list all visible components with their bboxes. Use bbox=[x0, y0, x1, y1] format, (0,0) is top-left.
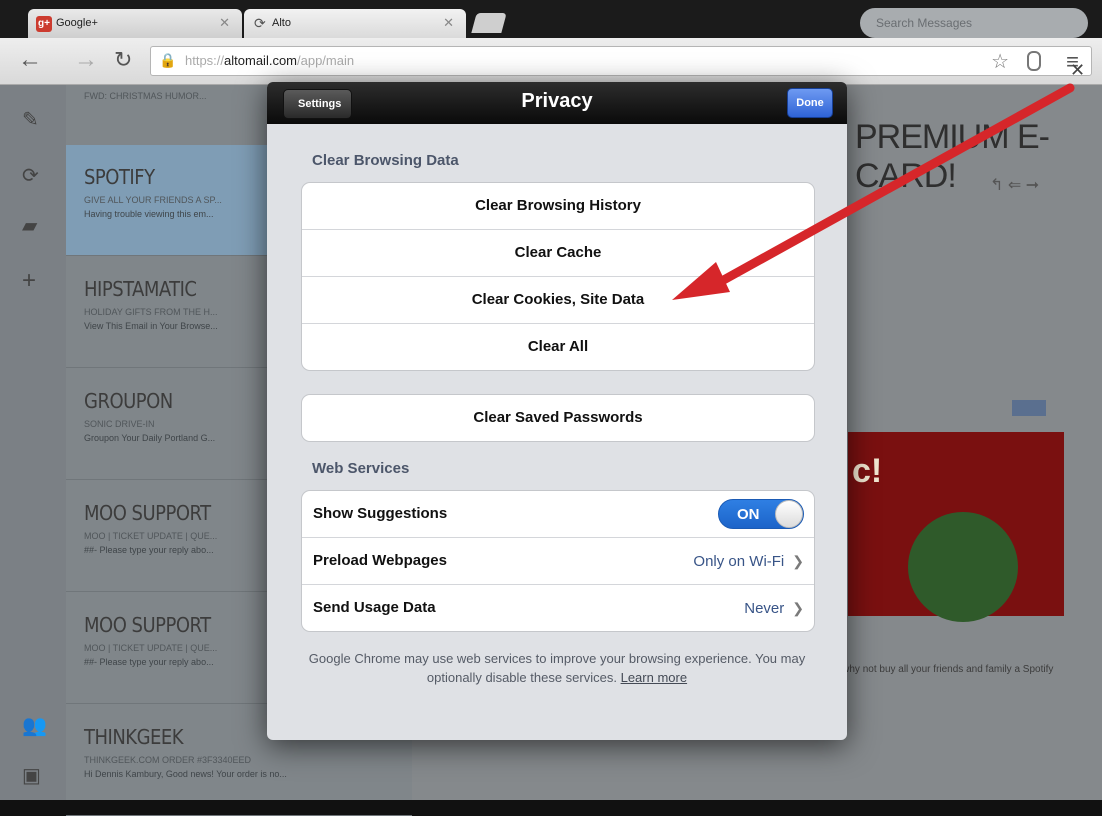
annotation-arrow-icon bbox=[672, 83, 1075, 300]
